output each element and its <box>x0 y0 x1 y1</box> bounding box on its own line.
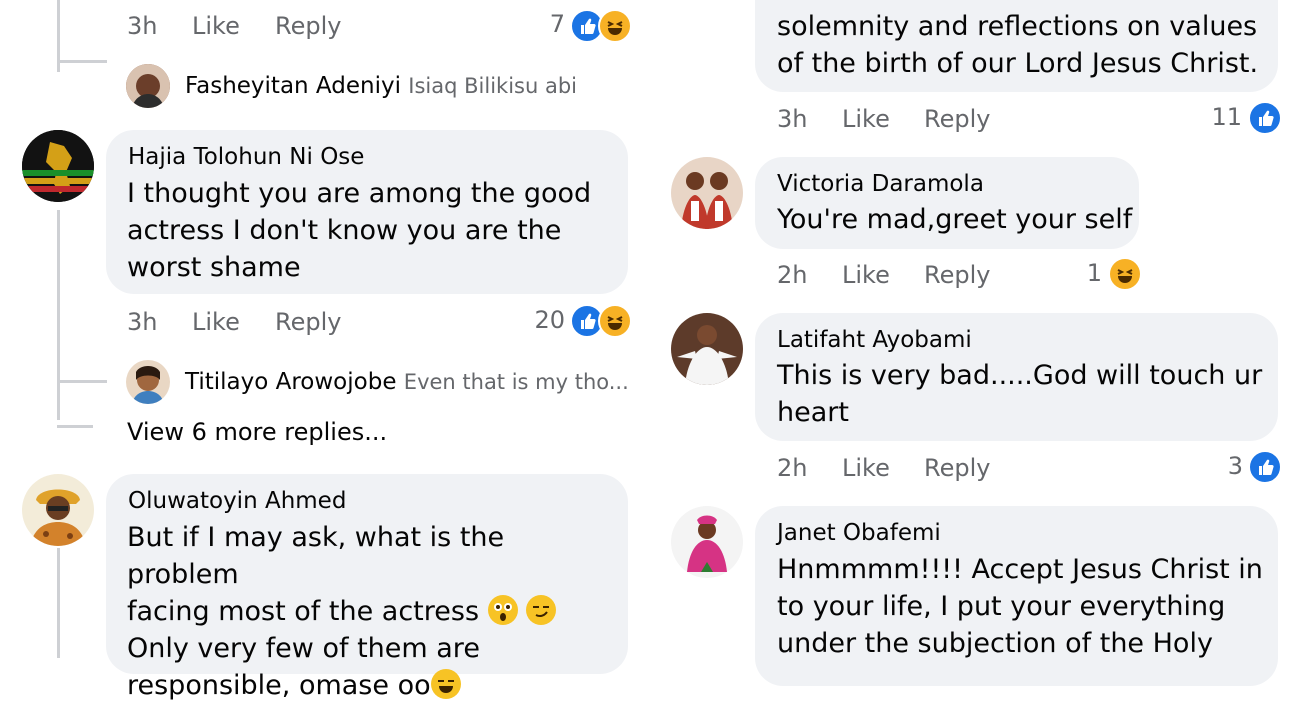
comment-author[interactable]: Janet Obafemi <box>777 520 941 546</box>
comment-text: But if I may ask, what is the problem fa… <box>127 519 622 704</box>
comment-text: I thought you are among the good actress… <box>127 178 592 283</box>
smirk-emoji-icon <box>526 595 557 625</box>
reply-button[interactable]: Reply <box>924 454 990 482</box>
like-button[interactable]: Like <box>192 12 240 40</box>
reply-button[interactable]: Reply <box>924 105 990 133</box>
thread-line <box>57 380 107 383</box>
thread-line <box>57 425 93 428</box>
avatar[interactable] <box>126 64 170 108</box>
like-button[interactable]: Like <box>842 454 890 482</box>
astonished-emoji-icon <box>487 595 518 625</box>
comment-time: 2h <box>777 261 808 289</box>
like-button[interactable]: Like <box>842 105 890 133</box>
comment-time: 3h <box>127 12 158 40</box>
haha-reaction-icon <box>1108 257 1142 291</box>
comment-line: But if I may ask, what is the problem <box>127 522 505 590</box>
comment-text: This is very bad.....God will touch ur h… <box>777 360 1263 428</box>
reply-snippet: Even that is my tho... <box>403 370 629 394</box>
like-button[interactable]: Like <box>192 308 240 336</box>
reaction-count[interactable]: 11 <box>1200 103 1242 131</box>
reply-preview-text: Fasheyitan Adeniyi Isiaq Bilikisu abi <box>185 73 577 99</box>
comment-time: 3h <box>127 308 158 336</box>
comment-text: Hnmmmm!!!! Accept Jesus Christ in to you… <box>777 554 1263 659</box>
view-more-replies-link[interactable]: View 6 more replies... <box>127 418 387 446</box>
comment-author[interactable]: Victoria Daramola <box>777 171 984 197</box>
avatar[interactable] <box>671 313 743 385</box>
reply-button[interactable]: Reply <box>275 308 341 336</box>
comment-author[interactable]: Oluwatoyin Ahmed <box>128 488 346 514</box>
comment-time: 2h <box>777 454 808 482</box>
avatar[interactable] <box>671 157 743 229</box>
grin-emoji-icon <box>430 669 461 699</box>
like-reaction-icon <box>1248 101 1282 135</box>
comment-line: facing most of the actress <box>127 596 480 627</box>
avatar[interactable] <box>671 506 743 578</box>
like-reaction-icon <box>1248 450 1282 484</box>
avatar[interactable] <box>22 130 94 202</box>
avatar[interactable] <box>22 474 94 546</box>
reaction-count[interactable]: 3 <box>1215 452 1243 480</box>
comment-line-with-emoji: facing most of the actress <box>127 593 622 630</box>
reaction-count[interactable]: 7 <box>535 10 565 38</box>
reply-preview-text: Titilayo Arowojobe Even that is my tho..… <box>185 369 629 395</box>
haha-reaction-icon <box>598 9 632 43</box>
reply-button[interactable]: Reply <box>275 12 341 40</box>
comment-text: solemnity and reflections on values of t… <box>777 11 1259 79</box>
thread-line <box>57 548 60 658</box>
haha-reaction-icon <box>598 304 632 338</box>
reply-button[interactable]: Reply <box>924 261 990 289</box>
reaction-count[interactable]: 20 <box>520 306 565 334</box>
avatar[interactable] <box>126 360 170 404</box>
comment-line: Only very few of them are <box>127 633 480 664</box>
comment-line-with-emoji: responsible, omase oo <box>127 667 622 704</box>
reply-author: Fasheyitan Adeniyi <box>185 73 401 99</box>
thread-line <box>57 60 107 63</box>
reaction-count[interactable]: 1 <box>1080 259 1102 287</box>
comment-author[interactable]: Latifaht Ayobami <box>777 327 972 353</box>
comment-text: You're mad,greet your self <box>777 204 1133 235</box>
comment-time: 3h <box>777 105 808 133</box>
like-button[interactable]: Like <box>842 261 890 289</box>
thread-line <box>57 210 60 420</box>
comment-line: responsible, omase oo <box>127 670 431 701</box>
comment-author[interactable]: Hajia Tolohun Ni Ose <box>128 144 364 170</box>
reply-snippet: Isiaq Bilikisu abi <box>408 74 578 98</box>
reply-author: Titilayo Arowojobe <box>185 369 397 395</box>
